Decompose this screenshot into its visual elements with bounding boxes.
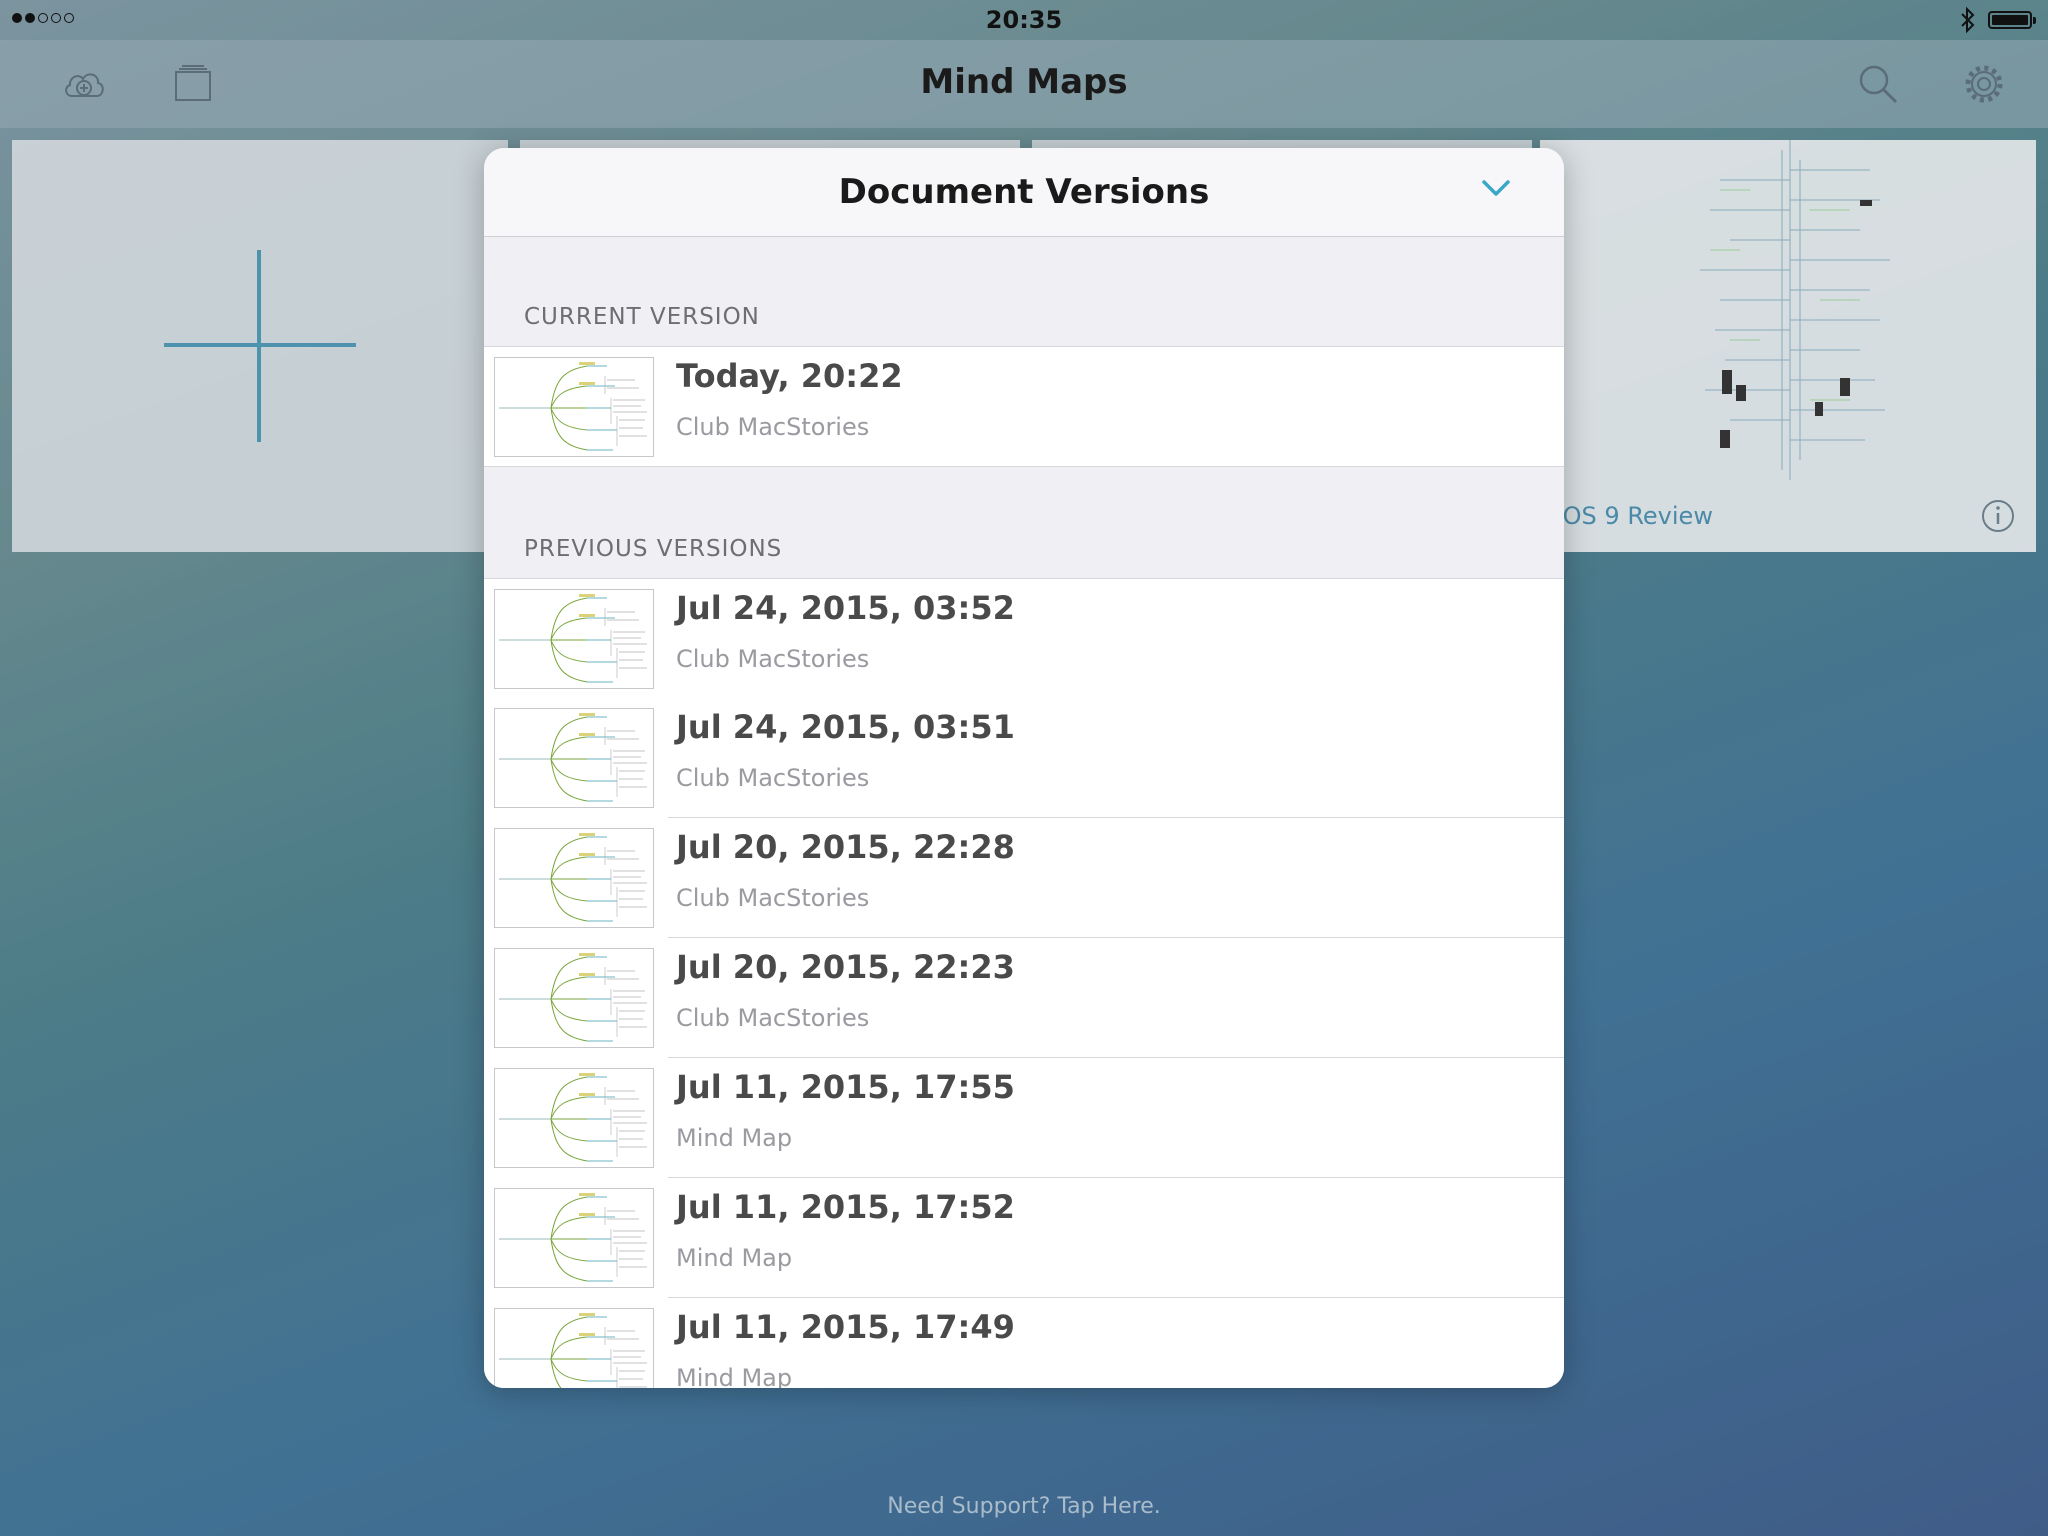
version-thumbnail	[494, 589, 654, 689]
document-title: iOS 9 Review	[1556, 502, 1713, 530]
status-bar: 20:35	[0, 0, 2048, 40]
gear-icon[interactable]	[1960, 60, 2008, 108]
version-date: Jul 20, 2015, 22:23	[676, 948, 1015, 986]
version-date: Jul 11, 2015, 17:55	[676, 1068, 1015, 1106]
version-source: Mind Map	[676, 1364, 793, 1388]
document-tile-ios9-review[interactable]: iOS 9 Review	[1540, 140, 2036, 552]
mind-map-thumbnail	[1700, 140, 1890, 480]
version-thumbnail	[494, 828, 654, 928]
version-date: Jul 24, 2015, 03:51	[676, 708, 1015, 746]
version-thumbnail	[494, 708, 654, 808]
modal-header: Document Versions	[484, 148, 1564, 237]
battery-icon	[1988, 11, 2036, 29]
version-date: Jul 24, 2015, 03:52	[676, 589, 1015, 627]
search-icon[interactable]	[1854, 60, 1902, 108]
version-row[interactable]: Jul 24, 2015, 03:51 Club MacStories	[484, 698, 1564, 818]
version-row[interactable]: Jul 20, 2015, 22:28 Club MacStories	[484, 818, 1564, 938]
bluetooth-icon	[1961, 6, 1975, 34]
version-thumbnail	[494, 1308, 654, 1388]
version-row[interactable]: Jul 11, 2015, 17:55 Mind Map	[484, 1058, 1564, 1178]
version-thumbnail	[494, 1068, 654, 1168]
document-versions-modal: Document Versions CURRENT VERSION Today,…	[484, 148, 1564, 1388]
section-header-previous: PREVIOUS VERSIONS	[524, 536, 783, 562]
version-source: Mind Map	[676, 1124, 793, 1152]
chevron-down-icon[interactable]	[1480, 176, 1512, 200]
version-source: Club MacStories	[676, 884, 870, 912]
version-source: Club MacStories	[676, 645, 870, 673]
version-thumbnail	[494, 357, 654, 457]
version-date: Jul 20, 2015, 22:28	[676, 828, 1015, 866]
version-row[interactable]: Jul 24, 2015, 03:52 Club MacStories	[484, 578, 1564, 699]
version-row[interactable]: Jul 11, 2015, 17:49 Mind Map	[484, 1298, 1564, 1388]
version-source: Mind Map	[676, 1244, 793, 1272]
status-time: 20:35	[985, 6, 1063, 34]
navigation-bar: Mind Maps	[0, 40, 2048, 128]
version-source: Club MacStories	[676, 1004, 870, 1032]
info-icon[interactable]	[1980, 498, 2016, 534]
version-source: Club MacStories	[676, 413, 870, 441]
version-date: Jul 11, 2015, 17:49	[676, 1308, 1015, 1346]
version-date: Jul 11, 2015, 17:52	[676, 1188, 1015, 1226]
version-thumbnail	[494, 1188, 654, 1288]
version-row[interactable]: Jul 11, 2015, 17:52 Mind Map	[484, 1178, 1564, 1298]
page-title: Mind Maps	[920, 62, 1128, 102]
new-document-tile[interactable]	[12, 140, 508, 552]
version-date: Today, 20:22	[676, 357, 903, 395]
support-link[interactable]: Need Support? Tap Here.	[0, 1494, 2048, 1519]
version-row-current[interactable]: Today, 20:22 Club MacStories	[484, 346, 1564, 467]
section-header-current: CURRENT VERSION	[524, 304, 760, 330]
modal-title: Document Versions	[838, 172, 1210, 212]
version-source: Club MacStories	[676, 764, 870, 792]
version-thumbnail	[494, 948, 654, 1048]
version-row[interactable]: Jul 20, 2015, 22:23 Club MacStories	[484, 938, 1564, 1058]
